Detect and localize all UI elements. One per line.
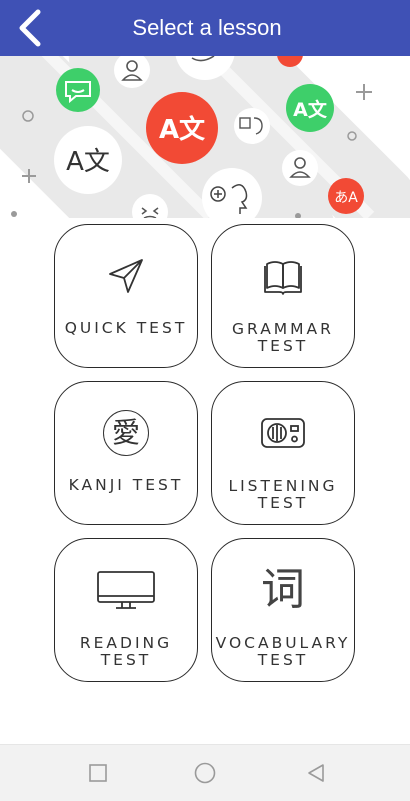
- recent-apps-button[interactable]: [84, 759, 112, 787]
- vocabulary-test-label-line2: TEST: [257, 651, 309, 669]
- reading-test-label-line1: READING: [79, 634, 173, 652]
- system-back-button[interactable]: [302, 759, 330, 787]
- vocabulary-test-label-line1: VOCABULARY: [215, 634, 351, 652]
- reading-test-card[interactable]: READING TEST: [54, 538, 198, 682]
- grammar-test-card[interactable]: GRAMMAR TEST: [211, 224, 355, 368]
- word-glyph-icon: 词: [261, 564, 305, 615]
- svg-text:あA: あA: [334, 190, 358, 206]
- home-button[interactable]: [191, 759, 219, 787]
- reading-test-label-line2: TEST: [100, 651, 152, 669]
- grammar-test-label-line2: TEST: [257, 337, 309, 355]
- system-navigation-bar: [0, 744, 410, 801]
- banner-illustration: A文 A文 A文 あA: [0, 56, 410, 218]
- page-title: Select a lesson: [132, 15, 282, 40]
- kanji-seal-icon: 愛: [103, 410, 149, 456]
- kanji-glyph: 愛: [111, 416, 140, 449]
- listening-test-label-line1: LISTENING: [228, 477, 338, 495]
- circle-icon: [194, 762, 216, 784]
- kanji-test-card[interactable]: 愛 KANJI TEST: [54, 381, 198, 525]
- quick-test-card[interactable]: QUICK TEST: [54, 224, 198, 368]
- grammar-test-label-line1: GRAMMAR: [232, 320, 334, 338]
- app-header: Select a lesson: [0, 0, 410, 56]
- radio-icon: [261, 418, 305, 448]
- quick-test-label: QUICK TEST: [64, 319, 188, 337]
- translate-icon: A文: [159, 114, 206, 145]
- listening-test-label-line2: TEST: [257, 494, 309, 512]
- square-icon: [89, 764, 107, 782]
- monitor-icon: [97, 571, 155, 609]
- paper-plane-icon: [109, 259, 143, 293]
- lesson-grid: QUICK TEST GRAMMAR TEST 愛 KANJI TEST LIS…: [54, 224, 356, 684]
- triangle-back-icon: [308, 764, 324, 782]
- svg-text:A文: A文: [66, 147, 110, 177]
- listening-test-card[interactable]: LISTENING TEST: [211, 381, 355, 525]
- kanji-test-label: KANJI TEST: [68, 476, 184, 494]
- vocabulary-test-card[interactable]: 词 VOCABULARY TEST: [211, 538, 355, 682]
- open-book-icon: [264, 261, 302, 295]
- svg-text:A文: A文: [293, 98, 328, 121]
